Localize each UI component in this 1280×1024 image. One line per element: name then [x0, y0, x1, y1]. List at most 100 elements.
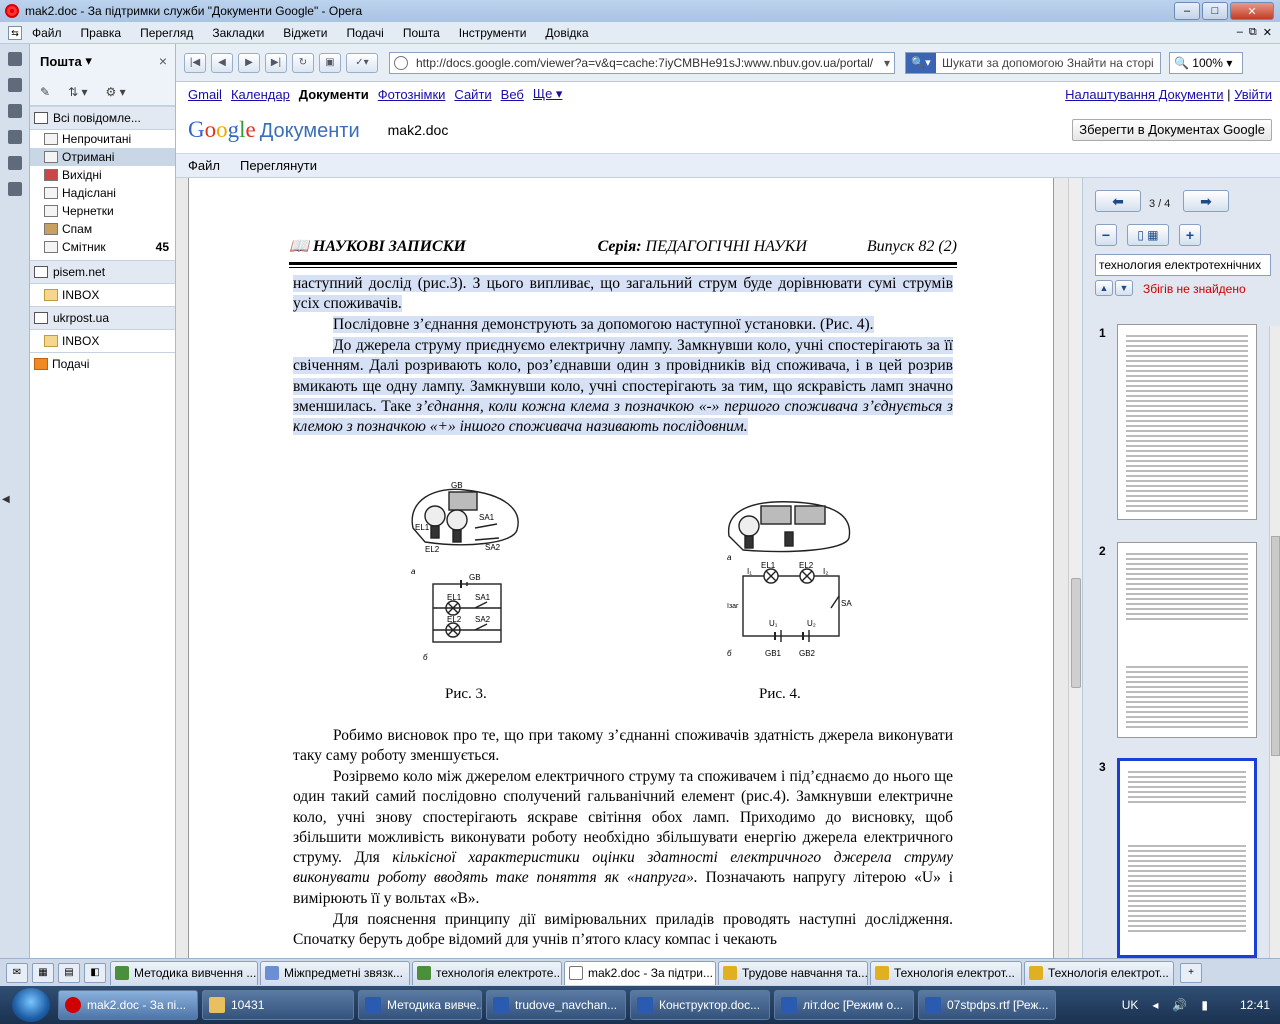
menu-tools[interactable]: Інструменти: [459, 26, 527, 40]
folder-inbox[interactable]: Отримані: [30, 148, 175, 166]
folder-trash[interactable]: Смітник 45: [30, 238, 175, 256]
forward-icon[interactable]: ▶: [238, 52, 260, 73]
next-page-button[interactable]: ➡: [1183, 190, 1229, 212]
bookmarks-panel-icon[interactable]: [8, 52, 22, 66]
tab-5[interactable]: Трудове навчання та...: [718, 960, 868, 985]
menu-feeds[interactable]: Подачі: [346, 26, 383, 40]
tray-arrow-icon[interactable]: ◂: [1152, 998, 1158, 1012]
volume-icon[interactable]: 🔊: [1172, 998, 1187, 1012]
tab-6[interactable]: Технологія електрот...: [870, 960, 1022, 985]
document-scroll-thumb[interactable]: [1071, 578, 1081, 688]
address-bar[interactable]: http://docs.google.com/viewer?a=v&q=cach…: [389, 51, 895, 74]
add-panel-icon[interactable]: [8, 182, 22, 196]
check-mail-icon[interactable]: ⇅ ▾: [68, 85, 87, 99]
page-minimize-button[interactable]: –: [1237, 26, 1243, 39]
single-page-icon[interactable]: ▯: [1137, 228, 1144, 242]
mail-tab-icon[interactable]: ✉: [6, 962, 28, 983]
task-word-3[interactable]: Конструктор.doc...: [630, 990, 770, 1020]
folder-pisem-inbox[interactable]: INBOX: [30, 284, 175, 306]
back-icon[interactable]: ◀: [211, 52, 233, 73]
sites-link[interactable]: Сайти: [454, 87, 491, 102]
contacts-panel-icon[interactable]: [8, 104, 22, 118]
tab-7[interactable]: Технологія електрот...: [1024, 960, 1174, 985]
wand-icon[interactable]: ✓▾: [346, 52, 378, 73]
mail-panel-close-icon[interactable]: ×: [159, 53, 167, 69]
find-prev-button[interactable]: ▲: [1095, 280, 1113, 296]
all-messages-item[interactable]: Всі повідомле...: [30, 106, 175, 130]
page-close-button[interactable]: ✕: [1263, 26, 1272, 39]
calendar-link[interactable]: Календар: [231, 87, 290, 102]
web-link[interactable]: Веб: [501, 87, 524, 102]
tab-1[interactable]: Методика вивчення ...: [110, 960, 258, 985]
task-word-4[interactable]: літ.doc [Режим о...: [774, 990, 914, 1020]
photos-link[interactable]: Фотознімки: [378, 87, 446, 102]
language-indicator[interactable]: UK: [1122, 998, 1139, 1012]
tab-3[interactable]: технологія електроте...: [412, 960, 562, 985]
fast-forward-icon[interactable]: ▶|: [265, 52, 287, 73]
zoom-in-button[interactable]: +: [1179, 224, 1201, 246]
save-to-docs-button[interactable]: Зберегти в Документах Google: [1072, 118, 1272, 141]
closed-tabs-icon[interactable]: ▤: [58, 962, 80, 983]
page-thumbnail-1[interactable]: [1117, 324, 1257, 520]
windows-start-button[interactable]: [12, 988, 50, 1022]
menu-view[interactable]: Перегляд: [140, 26, 193, 40]
minimize-button[interactable]: –: [1174, 2, 1200, 20]
folder-sent[interactable]: Надіслані: [30, 184, 175, 202]
task-folder[interactable]: 10431: [202, 990, 354, 1020]
history-panel-icon[interactable]: [8, 156, 22, 170]
grid-view-icon[interactable]: ▦: [1147, 228, 1158, 242]
more-link[interactable]: Ще ▾: [533, 86, 563, 102]
find-in-document-input[interactable]: технология електротехнічних: [1095, 254, 1271, 276]
task-opera[interactable]: mak2.doc - За пі...: [58, 990, 198, 1020]
search-input[interactable]: Шукати за допомогою Знайти на сторі: [942, 56, 1154, 70]
close-button[interactable]: ✕: [1230, 2, 1274, 20]
prev-page-button[interactable]: ⬅: [1095, 190, 1141, 212]
page-menu-icon[interactable]: ⇆: [8, 25, 22, 40]
gmail-link[interactable]: Gmail: [188, 87, 222, 102]
view-mode-buttons[interactable]: ▯ ▦: [1127, 224, 1169, 246]
new-tab-button[interactable]: +: [1180, 962, 1202, 983]
page-thumbnail-3-selected[interactable]: [1117, 758, 1257, 958]
document-scrollbar[interactable]: [1068, 178, 1082, 958]
google-docs-logo[interactable]: Google Документи: [188, 117, 360, 143]
save-icon[interactable]: ▣: [319, 52, 341, 73]
account-ukrpost[interactable]: ukrpost.ua: [30, 306, 175, 330]
speed-dial-icon[interactable]: ▦: [32, 962, 54, 983]
transfers-panel-icon[interactable]: [8, 130, 22, 144]
folder-outbox[interactable]: Вихідні: [30, 166, 175, 184]
task-word-1[interactable]: Методика вивче...: [358, 990, 482, 1020]
search-engine-icon[interactable]: 🔍▾: [906, 52, 936, 73]
network-icon[interactable]: ▮: [1201, 998, 1208, 1012]
page-thumbnail-2[interactable]: [1117, 542, 1257, 738]
tab-2[interactable]: Міжпредметні звязк...: [260, 960, 410, 985]
search-box[interactable]: 🔍▾ Шукати за допомогою Знайти на сторі: [905, 51, 1161, 74]
compose-icon[interactable]: ✎: [40, 85, 50, 99]
menu-help[interactable]: Довідка: [545, 26, 588, 40]
reload-icon[interactable]: ↻: [292, 52, 314, 73]
task-word-2[interactable]: trudove_navchan...: [486, 990, 626, 1020]
task-word-5[interactable]: 07stpdps.rtf [Реж...: [918, 990, 1056, 1020]
menu-bookmarks[interactable]: Закладки: [212, 26, 264, 40]
menu-widgets[interactable]: Віджети: [283, 26, 327, 40]
mail-panel-icon[interactable]: [8, 78, 22, 92]
folder-spam[interactable]: Спам: [30, 220, 175, 238]
folder-drafts[interactable]: Чернетки: [30, 202, 175, 220]
address-dropdown-icon[interactable]: ▾: [880, 56, 894, 70]
viewer-menu-view[interactable]: Переглянути: [240, 158, 317, 173]
account-pisem[interactable]: pisem.net: [30, 260, 175, 284]
find-next-button[interactable]: ▼: [1115, 280, 1133, 296]
zoom-control[interactable]: 🔍 100% ▾: [1169, 51, 1243, 74]
menu-edit[interactable]: Правка: [81, 26, 122, 40]
mail-panel-title[interactable]: Пошта: [40, 54, 82, 69]
menu-mail[interactable]: Пошта: [403, 26, 440, 40]
feeds-item[interactable]: Подачі: [30, 352, 175, 374]
thumbnail-scrollbar[interactable]: [1269, 326, 1280, 958]
maximize-button[interactable]: □: [1202, 2, 1228, 20]
menu-file[interactable]: Файл: [32, 26, 62, 40]
clock[interactable]: 12:41: [1240, 998, 1270, 1012]
collapse-arrow-icon[interactable]: ◀: [2, 494, 10, 505]
window-list-icon[interactable]: ◧: [84, 962, 106, 983]
thumbnail-scroll-thumb[interactable]: [1271, 536, 1280, 756]
settings-link[interactable]: Налаштування Документи: [1065, 87, 1223, 102]
zoom-out-button[interactable]: −: [1095, 224, 1117, 246]
